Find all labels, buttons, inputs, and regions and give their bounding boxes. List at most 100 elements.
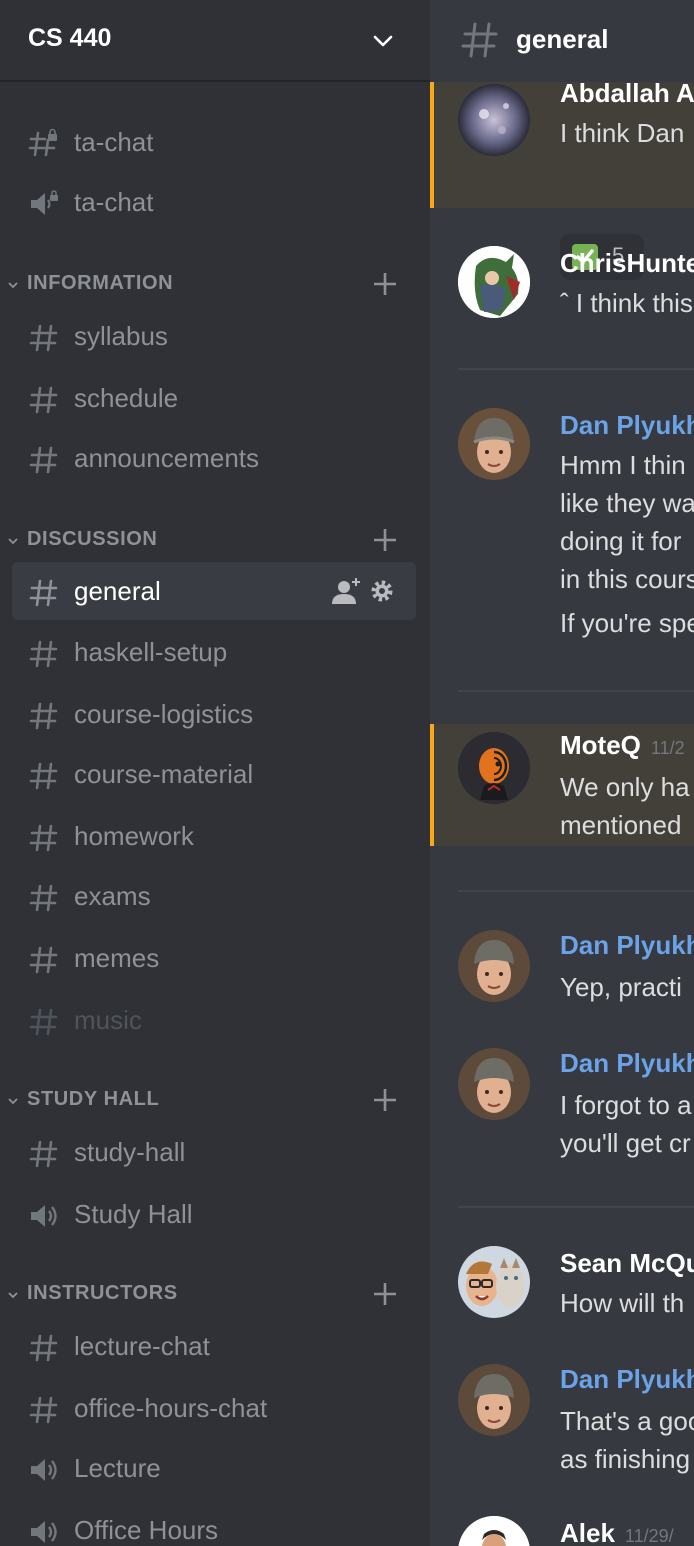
avatar[interactable] — [458, 1516, 530, 1546]
category-label: INSTRUCTORS — [27, 1282, 178, 1304]
message-timestamp: 11/2 — [650, 738, 685, 758]
hash-icon — [29, 324, 58, 352]
invite-member-icon[interactable] — [332, 578, 360, 604]
day-divider — [458, 1206, 694, 1208]
avatar[interactable] — [458, 732, 530, 804]
avatar[interactable] — [458, 1048, 530, 1120]
chevron-down-icon — [8, 1292, 18, 1299]
server-name: CS 440 — [28, 24, 112, 52]
message-author[interactable]: Dan Plyukh — [560, 1364, 694, 1395]
channel-label: office-hours-chat — [74, 1393, 268, 1423]
avatar-image — [458, 1246, 530, 1318]
message[interactable]: Dan Plyukh Hmm I thin like they wa doing… — [430, 400, 694, 650]
chat-panel: Abdallah A I think Dan 5 ChrisHunte ˆ I … — [430, 0, 694, 1546]
message-author[interactable]: Dan Plyukh — [560, 410, 694, 441]
server-header[interactable]: CS 440 — [0, 0, 430, 82]
message-text: How will th — [560, 1288, 685, 1318]
channel-music[interactable]: music — [12, 991, 416, 1049]
channel-schedule[interactable]: schedule — [12, 369, 416, 427]
channel-syllabus[interactable]: syllabus — [12, 307, 416, 365]
message-author[interactable]: Sean McQu — [560, 1248, 694, 1279]
message-author[interactable]: MoteQ 11/2 — [560, 730, 685, 761]
channel-label: course-logistics — [74, 699, 254, 729]
channel-exams[interactable]: exams — [12, 867, 416, 925]
plus-icon[interactable] — [372, 1281, 398, 1307]
gear-icon[interactable] — [371, 580, 393, 602]
chevron-down-icon — [8, 538, 18, 545]
message-author[interactable]: Dan Plyukh — [560, 930, 694, 961]
chevron-down-icon[interactable] — [372, 30, 394, 52]
channel-label: homework — [74, 821, 194, 851]
plus-icon[interactable] — [372, 271, 398, 297]
channel-sidebar: CS 440 ta-chat ta-chat INFORMATION sylla… — [0, 0, 430, 1546]
avatar[interactable] — [458, 84, 530, 156]
message-author[interactable]: ChrisHunte — [560, 248, 694, 279]
channel-lecture-voice[interactable]: Lecture — [12, 1439, 416, 1497]
author-name[interactable]: MoteQ — [560, 730, 641, 760]
message-text: like they wa — [560, 488, 694, 518]
speaker-icon — [31, 1459, 57, 1481]
avatar-image — [458, 930, 530, 1002]
hash-icon — [29, 702, 58, 730]
avatar[interactable] — [458, 246, 530, 318]
category-discussion[interactable]: DISCUSSION — [0, 522, 430, 558]
avatar[interactable] — [458, 408, 530, 480]
message-text: I think Dan — [560, 118, 685, 148]
channel-course-logistics[interactable]: course-logistics — [12, 685, 416, 743]
channel-study-hall-text[interactable]: study-hall — [12, 1123, 416, 1181]
category-information[interactable]: INFORMATION — [0, 266, 430, 302]
channel-label: ta-chat — [74, 187, 154, 217]
plus-icon[interactable] — [372, 1087, 398, 1113]
message[interactable]: Dan Plyukh Yep, practi — [430, 920, 694, 1030]
message[interactable]: Dan Plyukh I forgot to a you'll get cr — [430, 1038, 694, 1168]
channel-announcements[interactable]: announcements — [12, 429, 416, 487]
channel-label: course-material — [74, 759, 254, 789]
message-text: Hmm I thin — [560, 450, 686, 480]
channel-ta-chat-text[interactable]: ta-chat — [12, 113, 416, 171]
message-text: Yep, practi — [560, 972, 682, 1002]
category-study-hall[interactable]: STUDY HALL — [0, 1082, 430, 1118]
speaker-icon — [31, 1205, 57, 1227]
message-author[interactable]: Alek 11/29/ — [560, 1518, 674, 1546]
message[interactable]: Dan Plyukh That's a goo as finishing — [430, 1354, 694, 1484]
message-author[interactable]: Abdallah A — [560, 78, 694, 109]
channel-homework[interactable]: homework — [12, 807, 416, 865]
chevron-down-icon — [8, 1098, 18, 1105]
plus-icon[interactable] — [372, 527, 398, 553]
avatar[interactable] — [458, 1246, 530, 1318]
message-text: mentioned — [560, 810, 682, 840]
message[interactable]: Sean McQu How will th — [430, 1236, 694, 1336]
hash-icon — [29, 824, 58, 852]
channel-office-hours-voice[interactable]: Office Hours — [12, 1501, 416, 1546]
message[interactable]: ChrisHunte ˆ I think this — [430, 236, 694, 336]
avatar-image — [458, 1048, 530, 1120]
author-name[interactable]: Alek — [560, 1518, 615, 1546]
category-instructors[interactable]: INSTRUCTORS — [0, 1276, 430, 1312]
category-label: STUDY HALL — [27, 1088, 160, 1110]
message-author[interactable]: Dan Plyukh — [560, 1048, 694, 1079]
channel-memes[interactable]: memes — [12, 929, 416, 987]
locked-hash-icon — [28, 128, 57, 157]
hash-icon — [29, 1140, 58, 1168]
channel-study-hall-voice[interactable]: Study Hall — [12, 1185, 416, 1243]
channel-label: music — [74, 1005, 142, 1035]
channel-office-hours-chat[interactable]: office-hours-chat — [12, 1379, 416, 1437]
message[interactable]: Abdallah A I think Dan 5 — [430, 78, 694, 280]
channel-course-material[interactable]: course-material — [12, 745, 416, 803]
avatar-image — [458, 1516, 530, 1546]
message[interactable]: Alek 11/29/ — [430, 1504, 694, 1546]
channel-label: memes — [74, 943, 160, 973]
speaker-icon — [31, 1521, 57, 1543]
avatar-image — [458, 246, 530, 318]
message[interactable]: MoteQ 11/2 We only ha mentioned — [430, 724, 694, 846]
hash-icon — [29, 446, 58, 474]
avatar[interactable] — [458, 930, 530, 1002]
channel-actions — [332, 578, 393, 604]
channel-ta-chat-voice[interactable]: ta-chat — [12, 173, 416, 231]
avatar[interactable] — [458, 1364, 530, 1436]
channel-general[interactable]: general — [12, 562, 416, 620]
channel-label: announcements — [74, 443, 260, 473]
channel-haskell-setup[interactable]: haskell-setup — [12, 623, 416, 681]
channel-lecture-chat[interactable]: lecture-chat — [12, 1317, 416, 1375]
message-text: doing it for — [560, 526, 682, 556]
